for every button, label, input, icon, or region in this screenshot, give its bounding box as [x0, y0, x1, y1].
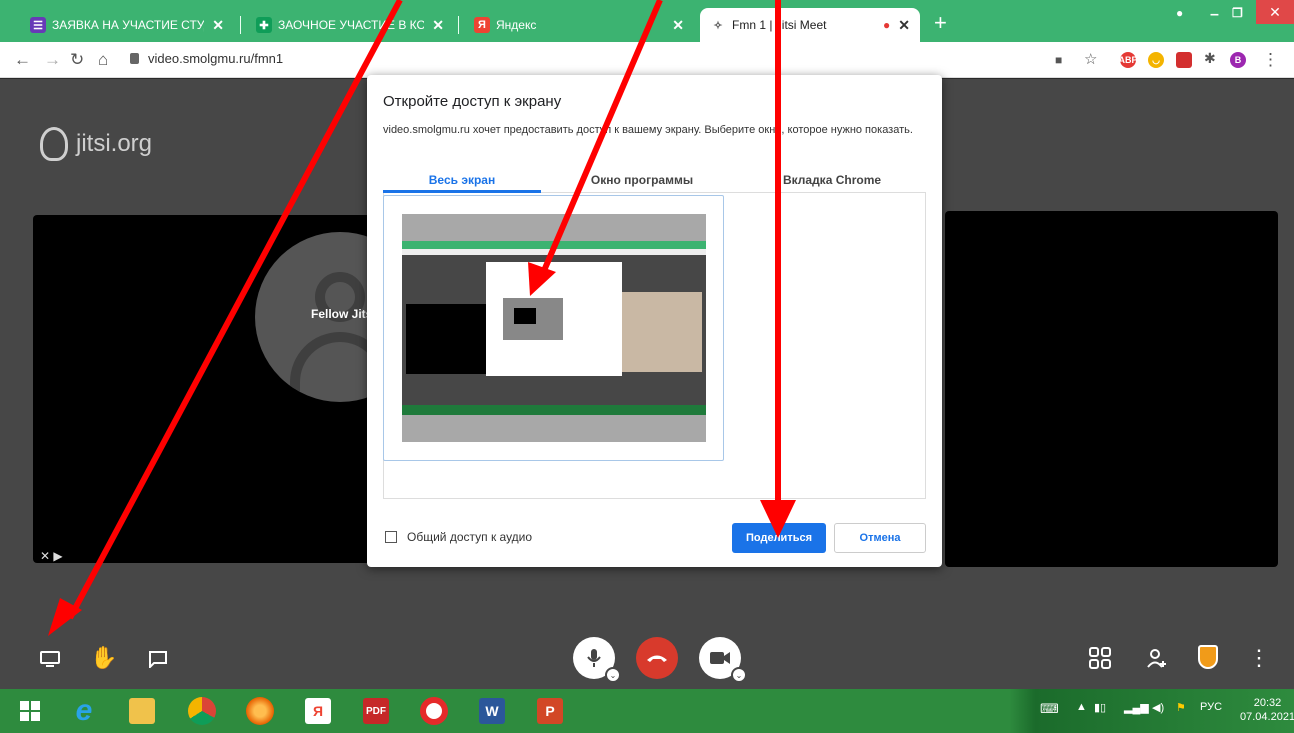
firefox-icon[interactable] [240, 693, 280, 729]
browser-tab-bar: ☰ ЗАЯВКА НА УЧАСТИЕ СТУДЕНТО ✕ ✚ ЗАОЧНОЕ… [0, 0, 1294, 42]
browser-tab-active[interactable]: ✧ Fmn 1 | Jitsi Meet ● ✕ [700, 8, 920, 42]
shopping-extension-icon[interactable]: ◡ [1148, 52, 1164, 68]
close-tab-icon[interactable]: ✕ [898, 17, 910, 34]
profile-menu-icon[interactable]: ● [1176, 6, 1183, 20]
tab-chrome-tab[interactable]: Вкладка Chrome [747, 173, 917, 187]
close-tab-icon[interactable]: ✕ [432, 17, 444, 34]
lock-icon [130, 53, 139, 64]
adblock-icon[interactable]: ABP [1119, 52, 1138, 68]
browser-menu-icon[interactable]: ⋮ [1262, 50, 1279, 70]
tab-label: ЗАОЧНОЕ УЧАСТИЕ В КОНФЕРЕ [278, 18, 425, 32]
language-indicator[interactable]: РУС [1200, 701, 1222, 713]
cancel-button[interactable]: Отмена [834, 523, 926, 553]
remote-video-tile[interactable] [945, 211, 1278, 567]
file-explorer-icon[interactable] [122, 693, 162, 729]
camera-indicator-icon[interactable]: ■ [1055, 53, 1062, 67]
extensions-puzzle-icon[interactable]: ✱ [1204, 50, 1216, 67]
reload-icon[interactable]: ↻ [70, 50, 84, 70]
raise-hand-icon[interactable]: ✋ [90, 645, 118, 671]
invite-icon[interactable] [1144, 647, 1170, 671]
tab-label: Fmn 1 | Jitsi Meet [732, 18, 827, 32]
screen-share-dialog: Откройте доступ к экрану video.smolgmu.r… [367, 75, 942, 567]
tile-view-icon[interactable] [1087, 645, 1113, 671]
tab-application-window[interactable]: Окно программы [557, 173, 727, 187]
browser-tab-2[interactable]: ✚ ЗАОЧНОЕ УЧАСТИЕ В КОНФЕРЕ ✕ [246, 8, 454, 42]
camera-button[interactable]: ⌄ [699, 637, 747, 683]
signal-icon[interactable]: ▂▄▆ [1124, 701, 1149, 714]
hangup-icon [647, 655, 667, 662]
share-button[interactable]: Поделиться [732, 523, 826, 553]
recording-icon: ● [883, 18, 891, 32]
flag-icon[interactable]: ⚑ [1176, 701, 1186, 714]
chat-icon[interactable] [144, 649, 172, 669]
cross-plus-icon: ✚ [256, 17, 272, 33]
logo-text: jitsi.org [76, 130, 153, 157]
opera-icon[interactable] [414, 693, 454, 729]
url-field[interactable]: video.smolgmu.ru/fmn1 [148, 51, 283, 66]
volume-icon[interactable]: ◀) [1152, 701, 1164, 714]
tray-expand-icon[interactable]: ▲ [1076, 701, 1087, 713]
close-tab-icon[interactable]: ✕ [672, 17, 684, 34]
microphone-icon [587, 649, 601, 667]
window-close-button[interactable]: ✕ [1256, 0, 1294, 24]
share-screen-icon[interactable] [36, 649, 64, 669]
pdf-app-icon[interactable]: PDF [356, 693, 396, 729]
screen-thumbnail [402, 214, 706, 442]
dialog-description: video.smolgmu.ru хочет предоставить дост… [383, 124, 913, 136]
bookmark-star-icon[interactable]: ☆ [1084, 50, 1097, 68]
internet-explorer-icon[interactable]: e [64, 693, 104, 729]
share-audio-checkbox[interactable] [385, 531, 397, 543]
extension-red-icon[interactable] [1176, 52, 1192, 68]
maximize-icon[interactable]: ❐ [1232, 6, 1243, 20]
clock[interactable]: 20:32 07.04.2021 [1240, 696, 1294, 724]
back-icon[interactable]: ← [14, 50, 31, 70]
profile-avatar[interactable]: B [1230, 52, 1246, 68]
tab-separator [458, 16, 459, 34]
tab-label: Яндекс [496, 18, 537, 32]
chrome-icon[interactable] [182, 693, 222, 729]
home-icon[interactable]: ⌂ [98, 50, 108, 70]
address-bar: ← → ↻ ⌂ video.smolgmu.ru/fmn1 ■ ☆ ABP ◡ … [0, 42, 1294, 78]
security-icon[interactable] [1198, 645, 1218, 669]
tab-label: ЗАЯВКА НА УЧАСТИЕ СТУДЕНТО [52, 18, 204, 32]
forward-icon[interactable]: → [44, 50, 61, 70]
windows-start-icon[interactable] [10, 693, 50, 729]
yandex-icon: Я [474, 17, 490, 33]
more-icon[interactable]: ⋮ [1248, 645, 1270, 671]
hangup-button[interactable] [636, 637, 678, 679]
close-tab-icon[interactable]: ✕ [212, 17, 224, 34]
forms-icon: ☰ [30, 17, 46, 33]
jitsi-logo-icon [40, 127, 68, 161]
muted-indicator-icon: ✕ ▶ [40, 549, 63, 563]
chevron-down-icon[interactable]: ⌄ [731, 667, 747, 683]
jitsi-logo: jitsi.org [40, 127, 152, 161]
screen-source-card[interactable] [383, 195, 724, 461]
chevron-down-icon[interactable]: ⌄ [605, 667, 621, 683]
browser-tab-3[interactable]: Я Яндекс ✕ [464, 8, 694, 42]
windows-taskbar: e Я PDF W P ⌨ ▲ ▮▯ ▂▄▆ ◀) ⚑ РУС 20:32 07… [0, 689, 1294, 733]
network-icon[interactable]: ▮▯ [1094, 701, 1106, 714]
browser-tab-1[interactable]: ☰ ЗАЯВКА НА УЧАСТИЕ СТУДЕНТО ✕ [20, 8, 234, 42]
jitsi-icon: ✧ [713, 19, 723, 32]
microphone-button[interactable]: ⌄ [573, 637, 621, 683]
yandex-browser-icon[interactable]: Я [298, 693, 338, 729]
share-audio-label: Общий доступ к аудио [407, 530, 533, 544]
tab-entire-screen[interactable]: Весь экран [383, 173, 541, 187]
camera-icon [710, 652, 730, 664]
tab-separator [240, 16, 241, 34]
keyboard-icon[interactable]: ⌨ [1040, 701, 1059, 717]
clock-time: 20:32 [1253, 697, 1282, 709]
clock-date: 07.04.2021 [1240, 711, 1294, 723]
minimize-icon[interactable]: – [1210, 6, 1219, 24]
word-icon[interactable]: W [472, 693, 512, 729]
new-tab-button[interactable]: + [934, 10, 947, 36]
dialog-title: Откройте доступ к экрану [383, 93, 562, 110]
powerpoint-icon[interactable]: P [530, 693, 570, 729]
